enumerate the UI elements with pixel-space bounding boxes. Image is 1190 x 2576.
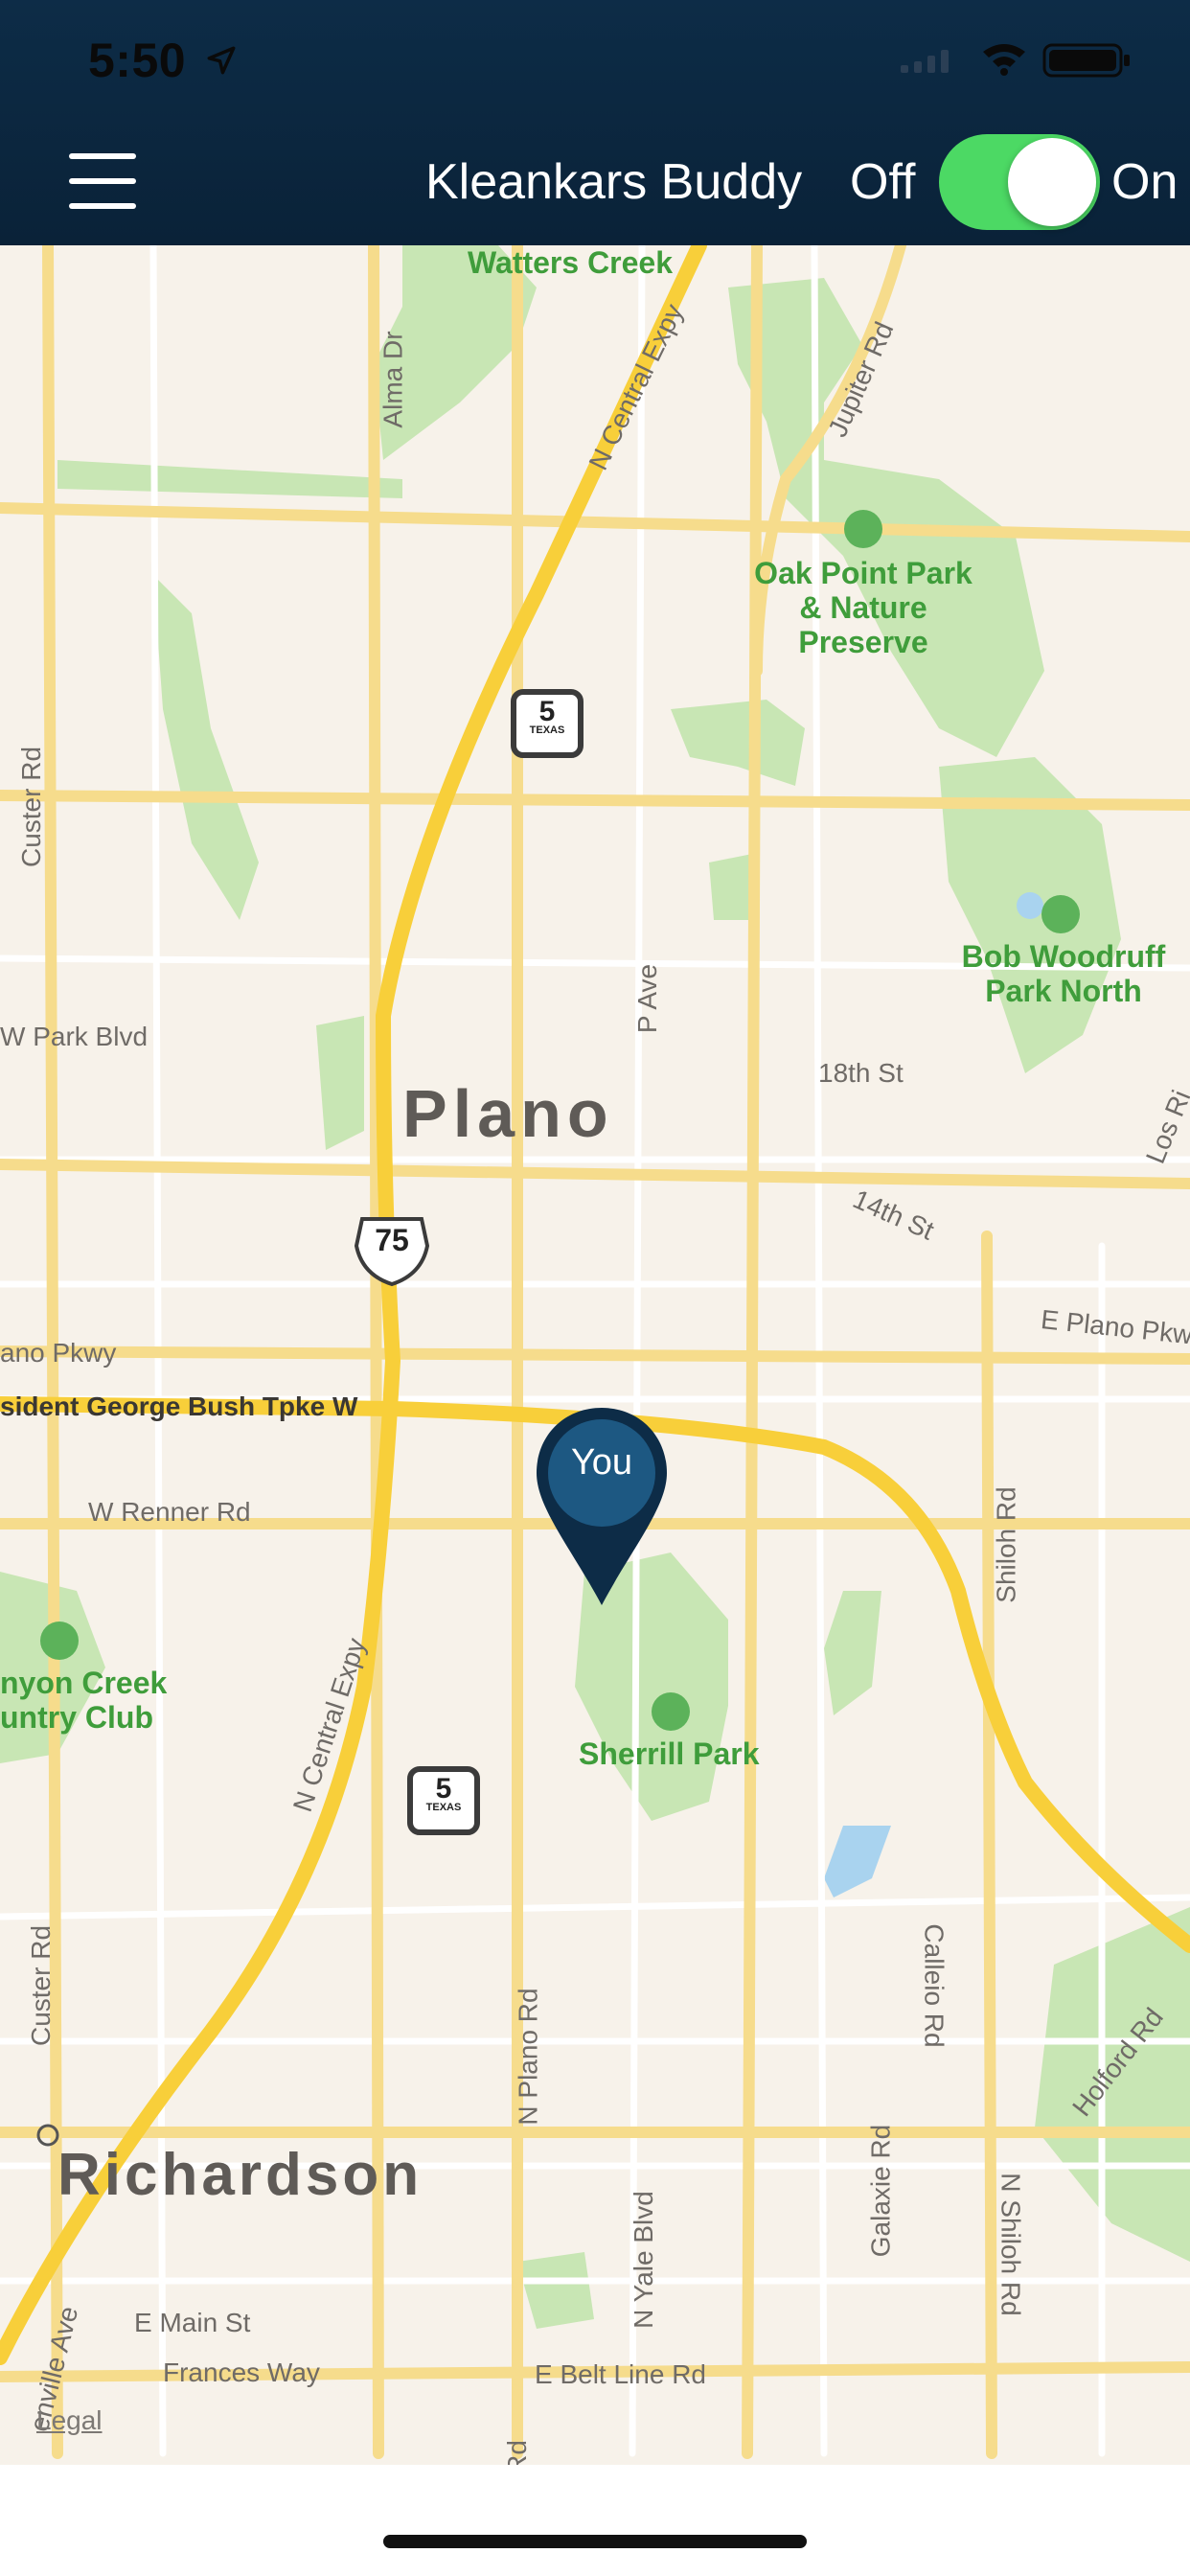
city-label-plano: Plano bbox=[402, 1076, 614, 1151]
map-canvas bbox=[0, 245, 1190, 2459]
park-label-bob-woodruff: Bob Woodruff Park North bbox=[961, 939, 1166, 1008]
location-arrow-icon bbox=[207, 46, 236, 75]
park-label-oak-point: Oak Point Park & Nature Preserve bbox=[754, 556, 973, 659]
status-indicators bbox=[901, 43, 1130, 78]
app-header: 5:50 Kleankars Buddy Off On bbox=[0, 0, 1190, 245]
pin-label: You bbox=[570, 1442, 633, 1483]
road-label: N Yale Blvd bbox=[628, 2191, 658, 2329]
park-label-watters-creek: Watters Creek bbox=[468, 245, 674, 280]
road-label: N Shiloh Rd bbox=[995, 2173, 1026, 2316]
road-label: Galaxie Rd bbox=[865, 2124, 896, 2258]
app-title: Kleankars Buddy bbox=[425, 154, 803, 210]
battery-icon bbox=[1042, 43, 1130, 78]
road-label-bush-tpke: sident George Bush Tpke W bbox=[0, 1392, 358, 1421]
toggle-knob bbox=[1008, 138, 1096, 226]
park-label-canyon-creek: nyon Creek untry Club bbox=[0, 1666, 168, 1735]
city-label-richardson: Richardson bbox=[57, 2142, 423, 2208]
road-label: Alma Dr bbox=[378, 331, 408, 428]
buddy-toggle[interactable] bbox=[939, 134, 1100, 230]
highway-shields bbox=[354, 689, 584, 1835]
road-label: W Renner Rd bbox=[88, 1497, 251, 1527]
map-pin-icon bbox=[537, 1408, 667, 1605]
us-75-shield: 75 bbox=[375, 1223, 409, 1257]
road-label: Frances Way bbox=[163, 2358, 320, 2387]
highway-5-shield: 5 TEXAS bbox=[529, 696, 565, 736]
map-view[interactable]: 5 TEXAS 75 5 TEXAS Plano Richardson Watter… bbox=[0, 245, 1190, 2465]
highway-5-shield-south: 5 TEXAS bbox=[425, 1773, 462, 1813]
road-label: 18th St bbox=[818, 1058, 904, 1088]
status-time: 5:50 bbox=[88, 34, 187, 87]
legal-link[interactable]: Legal bbox=[36, 2405, 103, 2436]
road-label: N Plano Rd bbox=[513, 1988, 543, 2126]
user-location-pin[interactable]: You bbox=[533, 1404, 671, 1609]
road-label: P Ave bbox=[632, 963, 663, 1034]
toggle-on-label: On bbox=[1111, 154, 1179, 210]
road-label: Shiloh Rd bbox=[991, 1486, 1021, 1603]
road-label: Calleio Rd bbox=[919, 1923, 950, 2048]
road-label: Custer Rd bbox=[16, 746, 47, 868]
road-label: E Belt Line Rd bbox=[535, 2359, 706, 2389]
road-label: E Main St bbox=[134, 2308, 251, 2337]
park-label-sherrill: Sherrill Park bbox=[579, 1736, 760, 1771]
menu-icon[interactable] bbox=[69, 153, 136, 211]
road-label: Rd bbox=[501, 2440, 532, 2465]
road-label: Custer Rd bbox=[26, 1924, 57, 2047]
signal-icon bbox=[901, 50, 949, 73]
toggle-off-label: Off bbox=[850, 154, 916, 210]
home-indicator bbox=[383, 2535, 807, 2548]
wifi-icon bbox=[983, 44, 1025, 76]
road-label: ano Pkwy bbox=[0, 1338, 117, 1368]
road-label: W Park Blvd bbox=[0, 1022, 149, 1051]
